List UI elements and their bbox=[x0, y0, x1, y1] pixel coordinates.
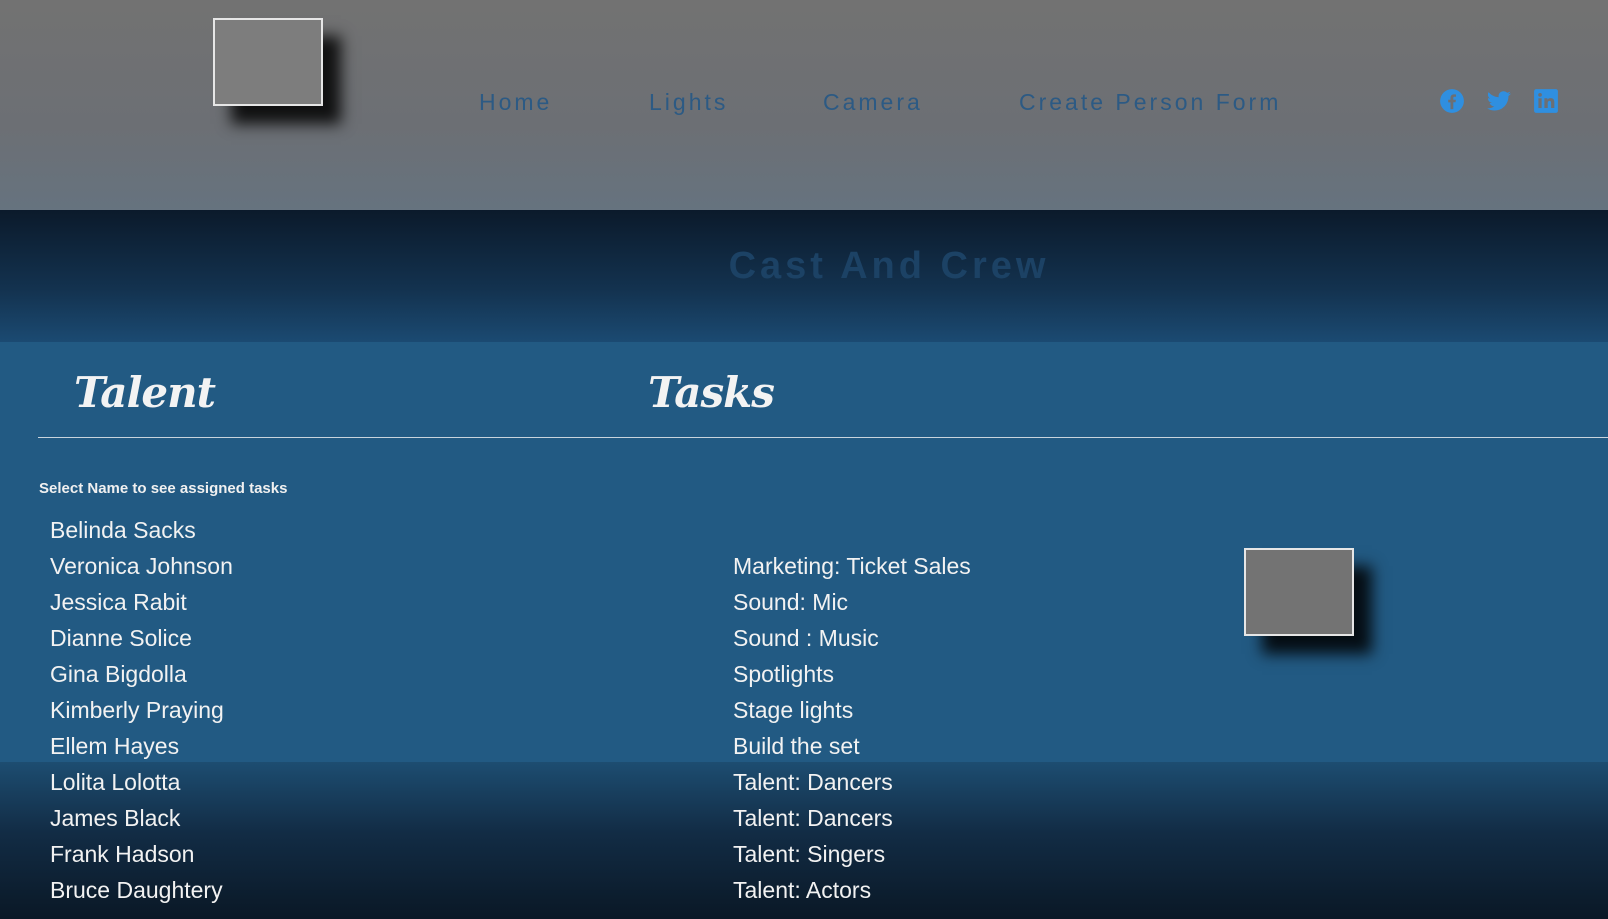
tasks-heading: Tasks bbox=[648, 368, 775, 417]
heading-divider bbox=[38, 437, 1608, 438]
task-item: Talent: Actors bbox=[733, 877, 872, 903]
nav-camera[interactable]: Camera bbox=[823, 89, 923, 116]
nav-lights[interactable]: Lights bbox=[649, 89, 728, 116]
task-item: Sound : Music bbox=[733, 625, 879, 651]
task-item: Talent: Dancers bbox=[733, 769, 893, 795]
task-item: Sound: Mic bbox=[733, 589, 849, 615]
logo-image[interactable] bbox=[213, 18, 323, 106]
nav-create-person-form[interactable]: Create Person Form bbox=[1019, 89, 1281, 116]
talent-name-item[interactable]: James Black bbox=[50, 800, 233, 836]
talent-name-item[interactable]: Ellem Hayes bbox=[50, 728, 233, 764]
facebook-icon[interactable] bbox=[1439, 88, 1465, 114]
talent-name-item[interactable]: Dianne Solice bbox=[50, 620, 233, 656]
twitter-icon[interactable] bbox=[1486, 88, 1512, 114]
talent-name-item[interactable]: Belinda Sacks bbox=[50, 512, 233, 548]
task-image bbox=[1244, 548, 1354, 636]
task-item: Talent: Dancers bbox=[733, 805, 893, 831]
talent-name-item[interactable]: Bruce Daughtery bbox=[50, 872, 233, 908]
task-item: Marketing: Ticket Sales bbox=[733, 553, 971, 579]
talent-name-item[interactable]: Veronica Johnson bbox=[50, 548, 233, 584]
talent-name-item[interactable]: Kimberly Praying bbox=[50, 692, 233, 728]
talent-name-item[interactable]: Jessica Rabit bbox=[50, 584, 233, 620]
talent-name-item[interactable]: Frank Hadson bbox=[50, 836, 233, 872]
talent-heading: Talent bbox=[74, 368, 216, 417]
title-banner: Cast And Crew bbox=[0, 210, 1608, 342]
talent-name-item[interactable]: Lolita Lolotta bbox=[50, 764, 233, 800]
task-item: Spotlights bbox=[733, 661, 835, 687]
talent-list: Belinda Sacks Veronica Johnson Jessica Rab… bbox=[50, 512, 233, 908]
nav-home[interactable]: Home bbox=[479, 89, 552, 116]
site-header: Home Lights Camera Create Person Form bbox=[0, 0, 1608, 210]
task-list: Marketing: Ticket Sales Sound: Mic Sound :… bbox=[733, 548, 971, 908]
task-item: Build the set bbox=[733, 733, 860, 759]
linkedin-icon[interactable] bbox=[1533, 88, 1559, 114]
task-item: Talent: Singers bbox=[733, 841, 886, 867]
task-item: Stage lights bbox=[733, 697, 854, 723]
page-title: Cast And Crew bbox=[728, 245, 1050, 287]
talent-name-item[interactable]: Gina Bigdolla bbox=[50, 656, 233, 692]
select-hint: Select Name to see assigned tasks bbox=[39, 480, 288, 497]
